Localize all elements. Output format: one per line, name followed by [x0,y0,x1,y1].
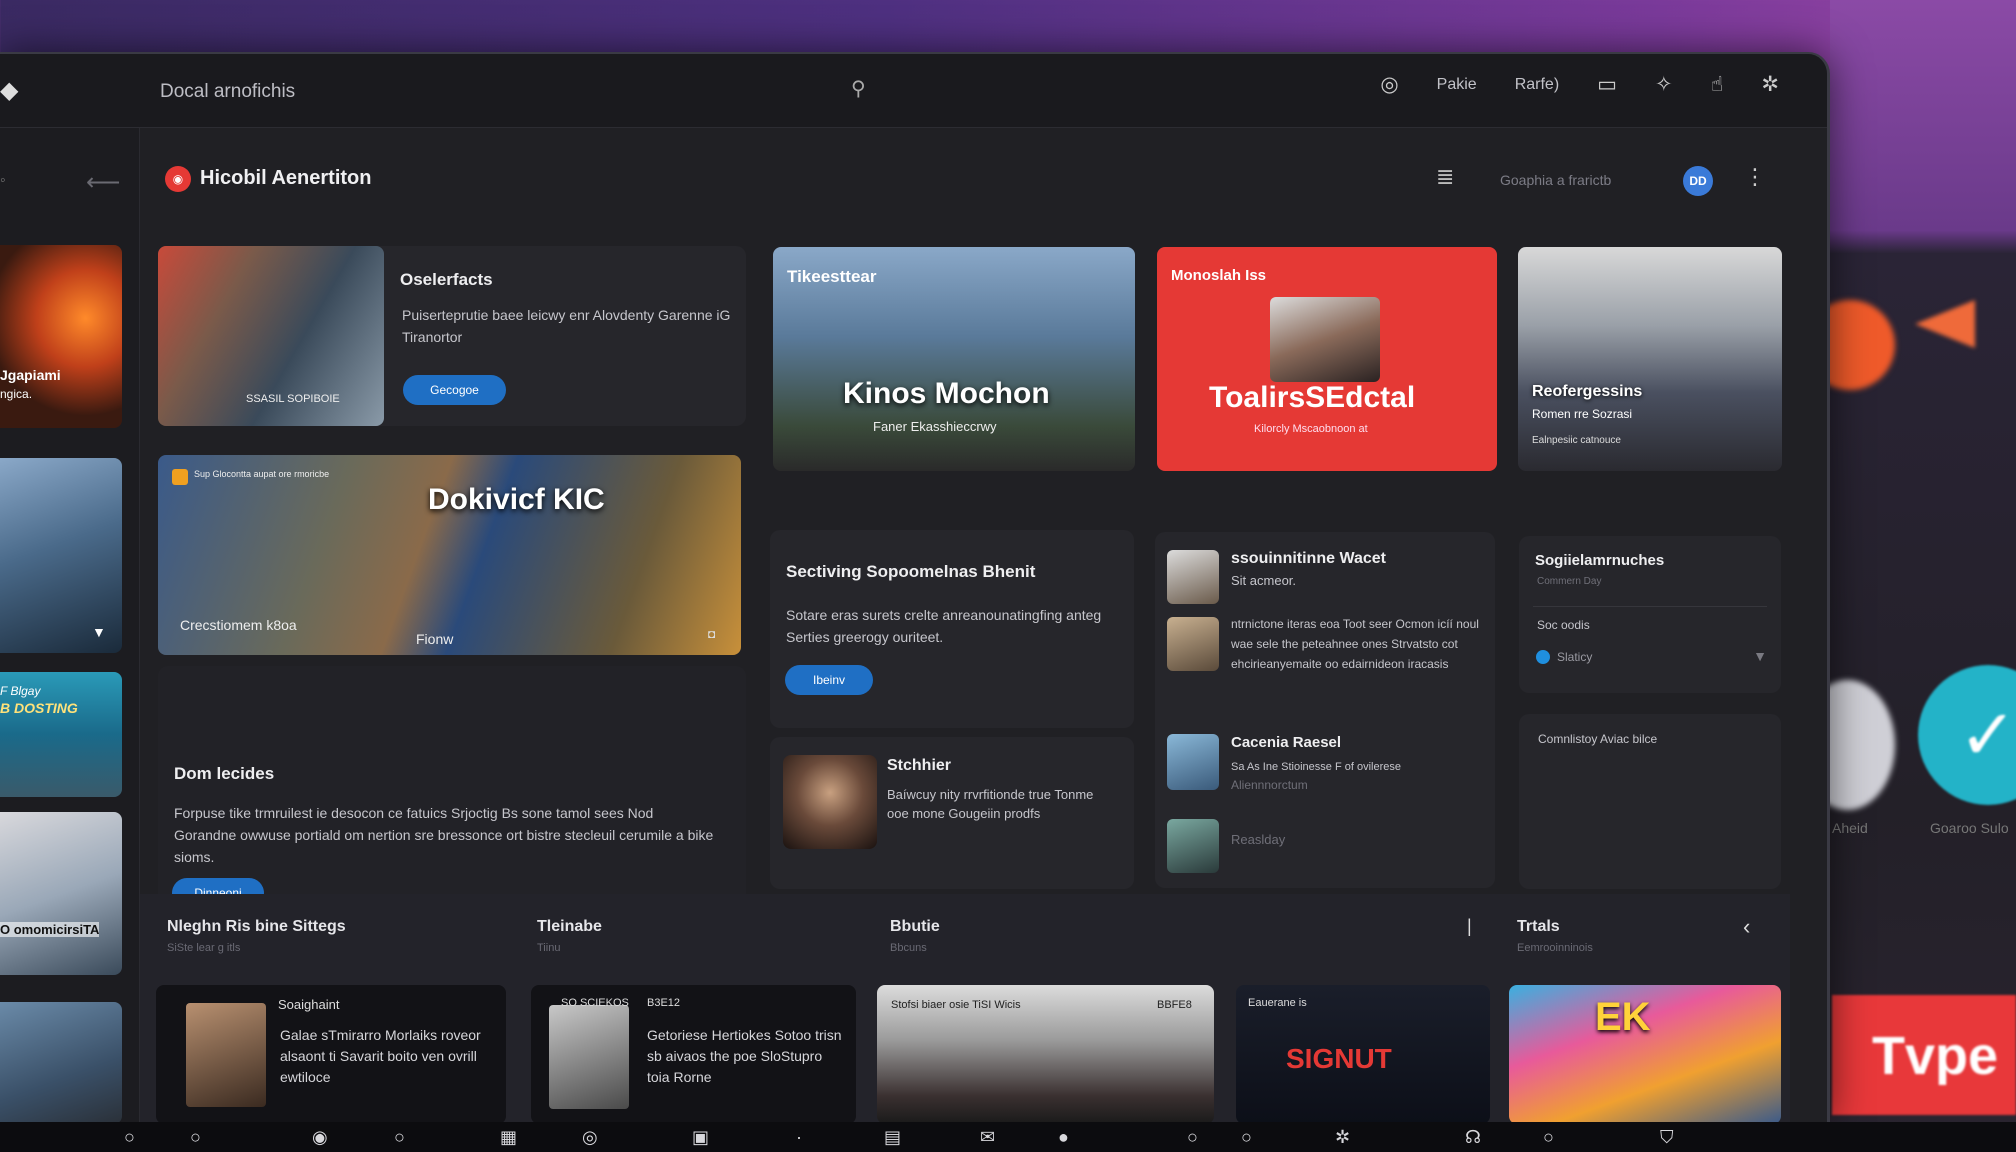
avatar [1167,550,1219,604]
hero-banner[interactable]: Sup Glocontta aupat ore rmoricbe Dokivic… [158,455,741,655]
taskbar-circle-icon[interactable]: ○ [124,1127,135,1148]
record-icon[interactable]: ◎ [1380,72,1398,97]
window-title: Docal arnofichis [160,81,296,102]
status-select[interactable]: Slaticy ▼ [1533,638,1767,678]
bottom-card[interactable]: SO SCIEKOS B3E12 Getoriese Hertiokes Sot… [531,985,856,1122]
backdrop-label: Aheid [1832,820,1868,836]
profile-image [783,755,877,849]
featured-red-card[interactable]: Monoslah Iss ToalirsSEdctal Kilorcly Msc… [1157,247,1497,471]
chat-logo-icon: ◉ [165,166,191,192]
avatar[interactable]: DD [1683,166,1713,196]
bottom-card-image [186,1003,266,1107]
red-card-title: ToalirsSEdctal [1209,381,1416,414]
card-title: Stchhier [887,757,952,774]
topbar-link[interactable]: Pakie [1437,76,1477,94]
backdrop-red-tile: Tvpe [1832,995,2016,1115]
rail-dot-icon: ◦ [0,172,6,189]
card-title: Oselerfacts [400,270,493,289]
taskbar-pin-icon[interactable]: ● [1058,1127,1069,1148]
card-description: Forpuse tike trmruilest ie desocon ce fa… [174,805,714,865]
red-card-image [1270,297,1380,382]
rail-thumbnail[interactable]: O omomicirsiTA [0,812,122,975]
left-rail: ◦ ⟵ Jgapiami ngica. ▼ F Blgay B DOSTING … [0,128,140,1122]
window-icon[interactable]: ▭ [1597,72,1617,97]
profile-card[interactable]: Stchhier Baíwcuy nity rrvrfitionde true … [770,737,1134,889]
avatar [1167,617,1219,671]
diamond-icon[interactable]: ✧ [1655,72,1673,97]
camera-icon[interactable]: ◘ [708,627,715,641]
location-pin-icon[interactable]: ⚲ [851,76,866,101]
title-bar: ◆ Docal arnofichis ⚲ ◎ Pakie Rarfe) ▭ ✧ … [0,54,1827,128]
taskbar-circle-icon[interactable]: ○ [1241,1127,1252,1148]
card-title: Dom lecides [174,764,275,783]
movie-card[interactable]: Reofergessins Romen rre Sozrasi Ealnpesi… [1518,247,1782,471]
taskbar-star-icon[interactable]: ✲ [1335,1127,1350,1148]
column-title: Tleinabe [537,918,602,935]
hand-icon[interactable]: ☝ [1711,72,1724,97]
section-card: Sectiving Sopoomelnas Bhenit Sotare eras… [770,530,1134,728]
taskbar-mail-icon[interactable]: ✉ [980,1127,995,1148]
bottom-card[interactable]: Soaighaint Galae sTmirarro Morlaiks rove… [156,985,506,1122]
taskbar-dot-icon[interactable]: · [796,1127,802,1148]
bottom-card[interactable]: EK [1509,985,1781,1122]
back-arrow-icon[interactable]: ⟵ [86,168,120,197]
card-title: Sectiving Sopoomelnas Bhenit [786,562,1036,581]
avatar [1167,734,1219,790]
taskbar-grid-icon[interactable]: ▦ [500,1127,517,1148]
section-action-button[interactable]: Ibeinv [785,665,873,695]
movie-title: Kinos Mochon [843,377,1050,410]
taskbar-circle-icon[interactable]: ○ [1543,1127,1554,1148]
settings-card: Sogiielamrnuches Commern Day Soc oodis S… [1519,536,1781,693]
taskbar-headset-icon[interactable]: ☊ [1465,1127,1481,1148]
avatar [1167,819,1219,873]
people-list: ssouinnitinne Wacet Sit acmeor. ntrnicto… [1155,532,1495,888]
backdrop-label: Goaroo Sulo [1930,820,2009,836]
feature-action-button[interactable]: Gecogoe [403,375,506,405]
rail-thumbnail[interactable]: Jgapiami ngica. [0,245,122,428]
taskbar-target-icon[interactable]: ◎ [582,1127,598,1148]
app-logo-icon[interactable]: ◆ [0,76,18,105]
community-card: Comnlistoy Aviac bilce [1519,714,1781,889]
bottom-card[interactable]: Stofsi biaer osie TiSI Wicis BBFE8 [877,985,1214,1122]
app-title: Hicobil Aenertiton [200,167,372,189]
feature-card-image: SSASIL SOPIBOIE [158,246,384,426]
taskbar-record-icon[interactable]: ◉ [312,1127,328,1148]
chevron-down-icon[interactable]: ▼ [92,624,106,640]
column-title: Bbutie [890,918,940,935]
taskbar-shield-icon[interactable]: ⛉ [1660,1127,1674,1148]
column-title: Nleghn Ris bine Sittegs [167,918,346,935]
menu-icon[interactable]: ≣ [1436,164,1454,190]
divider-icon: | [1467,916,1472,936]
rail-thumbnail[interactable]: F Blgay B DOSTING [0,672,122,797]
downloads-card: Dom lecides Forpuse tike trmruilest ie d… [158,666,746,916]
backdrop-orange-arrow [1915,300,1975,348]
card-description: Sotare eras surets crelte anreanounating… [786,607,1102,645]
taskbar-doc-icon[interactable]: ▤ [884,1127,901,1148]
hero-title: Dokivicf KIC [428,483,605,516]
taskbar-circle-icon[interactable]: ○ [1187,1127,1198,1148]
status-dot-icon [1536,650,1550,664]
taskbar-circle-icon[interactable]: ○ [190,1127,201,1148]
badge-icon [172,469,188,485]
backdrop-right [1830,0,2016,1152]
rail-thumbnail[interactable] [0,1002,122,1122]
search-input[interactable]: Goaphia a frarictb [1500,172,1611,188]
more-options-icon[interactable]: ⋮ [1744,164,1766,190]
movie-card[interactable]: Tikeesttear Kinos Mochon Faner Ekasshiec… [773,247,1135,471]
card-description: Puiserteprutie baee leicwy enr Alovdenty… [402,307,731,345]
bottom-card-image [549,1005,629,1109]
chevron-left-icon[interactable]: ‹ [1743,914,1750,940]
feature-card[interactable]: SSASIL SOPIBOIE Oselerfacts Puiserteprut… [158,246,746,426]
taskbar-folder-icon[interactable]: ▣ [692,1127,709,1148]
title-bar-actions: ◎ Pakie Rarfe) ▭ ✧ ☝ ✲ [1380,72,1779,97]
taskbar: ○ ○ ◉ ○ ▦ ◎ ▣ · ▤ ✉ ● ○ ○ ✲ ☊ ○ ⛉ [0,1122,2016,1152]
card-description: Baíwcuy nity rrvrfitionde true Tonme ooe… [887,787,1094,821]
chevron-down-icon[interactable]: ▼ [1753,648,1767,664]
taskbar-circle-icon[interactable]: ○ [394,1127,405,1148]
bottom-card[interactable]: Eauerane is SIGNUT [1236,985,1490,1122]
app-window: ◆ Docal arnofichis ⚲ ◎ Pakie Rarfe) ▭ ✧ … [0,52,1830,1122]
puzzle-icon[interactable]: ✲ [1761,72,1779,97]
topbar-link[interactable]: Rarfe) [1515,76,1559,94]
column-title: Trtals [1517,918,1560,935]
